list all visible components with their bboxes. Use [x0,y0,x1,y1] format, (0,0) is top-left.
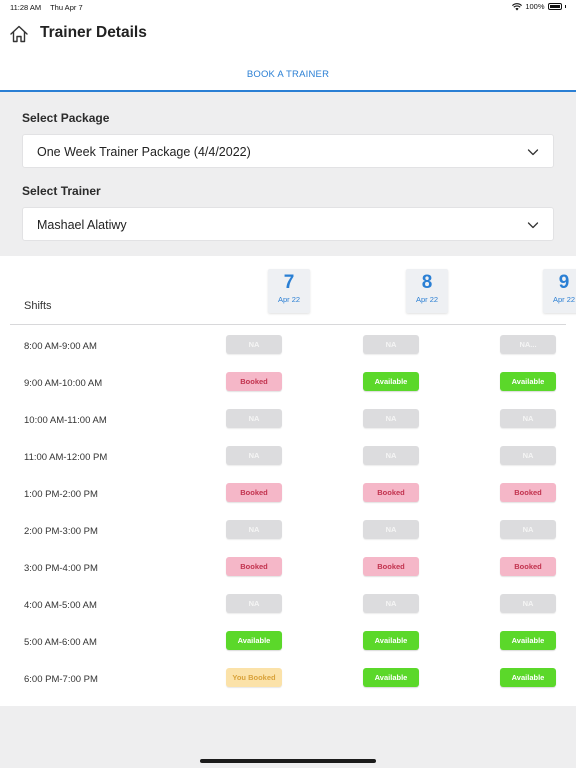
header-divider [10,324,566,325]
slot-na-button[interactable]: NA [226,409,282,428]
slot-available-button[interactable]: Available [500,372,556,391]
select-package-label: Select Package [22,111,110,125]
day-month: Apr 22 [415,295,439,304]
battery-percent: 100% [525,2,545,11]
slot-booked-button[interactable]: Booked [500,483,556,502]
select-trainer-label: Select Trainer [22,184,101,198]
slot-booked-button[interactable]: Booked [363,483,419,502]
day-number: 9 [558,272,570,293]
status-time: 11:28 AM [10,3,42,12]
slot-you-booked-button[interactable]: You Booked [226,668,282,687]
shift-time: 1:00 PM-2:00 PM [24,489,98,500]
page-title: Trainer Details [40,24,147,41]
slot-na-button[interactable]: NA [500,446,556,465]
shifts-header: Shifts [24,300,52,312]
tab-bar: BOOK A TRAINER [0,60,576,92]
shift-time: 8:00 AM-9:00 AM [24,341,97,352]
battery-icon [547,3,562,10]
shift-time: 10:00 AM-11:00 AM [24,415,107,426]
trainer-select-value: Mashael Alatiwy [37,218,127,232]
slot-na-button[interactable]: NA [500,520,556,539]
slot-na-button[interactable]: NA [363,446,419,465]
slot-na-button[interactable]: NA [500,594,556,613]
shift-time: 11:00 AM-12:00 PM [24,452,108,463]
chevron-down-icon [527,149,539,156]
shift-row: 4:00 AM-5:00 AM NA NA NA [0,588,576,625]
slot-na-button[interactable]: NA [226,594,282,613]
shift-row: 2:00 PM-3:00 PM NA NA NA [0,514,576,551]
slot-booked-button[interactable]: Booked [226,372,282,391]
slot-na-button[interactable]: NA... [500,335,556,354]
slot-available-button[interactable]: Available [226,631,282,650]
home-indicator [200,759,376,763]
shift-row: 5:00 AM-6:00 AM Available Available Availab… [0,625,576,662]
day-column-header[interactable]: 7 Apr 22 [268,269,310,313]
wifi-icon [512,2,523,10]
status-date: Thu Apr 7 [50,3,83,12]
shift-time: 5:00 AM-6:00 AM [24,637,97,648]
day-column-header[interactable]: 9 Apr 22 [543,269,576,313]
day-month: Apr 22 [277,295,301,304]
slot-na-button[interactable]: NA [226,335,282,354]
slot-na-button[interactable]: NA [363,520,419,539]
shift-row: 9:00 AM-10:00 AM Booked Available Available [0,366,576,403]
slot-booked-button[interactable]: Booked [363,557,419,576]
slot-booked-button[interactable]: Booked [226,557,282,576]
slot-available-button[interactable]: Available [500,668,556,687]
slot-available-button[interactable]: Available [363,668,419,687]
slot-booked-button[interactable]: Booked [500,557,556,576]
slot-na-button[interactable]: NA [226,446,282,465]
package-select-value: One Week Trainer Package (4/4/2022) [37,145,251,159]
shift-time: 2:00 PM-3:00 PM [24,526,98,537]
shift-row: 11:00 AM-12:00 PM NA NA NA [0,440,576,477]
schedule-table: Shifts 7 Apr 22 8 Apr 22 9 Apr 22 8:00 A… [0,256,576,706]
navigation-bar: Trainer Details [0,14,576,60]
shift-row: 6:00 PM-7:00 PM You Booked Available Availa… [0,662,576,699]
shift-row: 1:00 PM-2:00 PM Booked Booked Booked [0,477,576,514]
status-bar: 11:28 AM Thu Apr 7 100% [0,0,576,14]
shift-row: 3:00 PM-4:00 PM Booked Booked Booked [0,551,576,588]
chevron-down-icon [527,222,539,229]
slot-available-button[interactable]: Available [500,631,556,650]
day-number: 8 [421,272,433,293]
package-select[interactable]: One Week Trainer Package (4/4/2022) [22,134,554,168]
shift-time: 6:00 PM-7:00 PM [24,674,98,685]
day-month: Apr 22 [552,295,576,304]
slot-available-button[interactable]: Available [363,631,419,650]
slot-booked-button[interactable]: Booked [226,483,282,502]
home-icon[interactable] [9,24,29,44]
shift-time: 3:00 PM-4:00 PM [24,563,98,574]
shift-row: 10:00 AM-11:00 AM NA NA NA [0,403,576,440]
slot-available-button[interactable]: Available [363,372,419,391]
tab-book-a-trainer[interactable]: BOOK A TRAINER [0,69,576,80]
day-column-header[interactable]: 8 Apr 22 [406,269,448,313]
shift-time: 4:00 AM-5:00 AM [24,600,97,611]
slot-na-button[interactable]: NA [363,335,419,354]
slot-na-button[interactable]: NA [500,409,556,428]
slot-na-button[interactable]: NA [363,594,419,613]
slot-na-button[interactable]: NA [363,409,419,428]
battery-tip [564,5,566,8]
trainer-select[interactable]: Mashael Alatiwy [22,207,554,241]
day-number: 7 [283,272,295,293]
shift-row: 8:00 AM-9:00 AM NA NA NA... [0,329,576,366]
shift-time: 9:00 AM-10:00 AM [24,378,103,389]
slot-na-button[interactable]: NA [226,520,282,539]
